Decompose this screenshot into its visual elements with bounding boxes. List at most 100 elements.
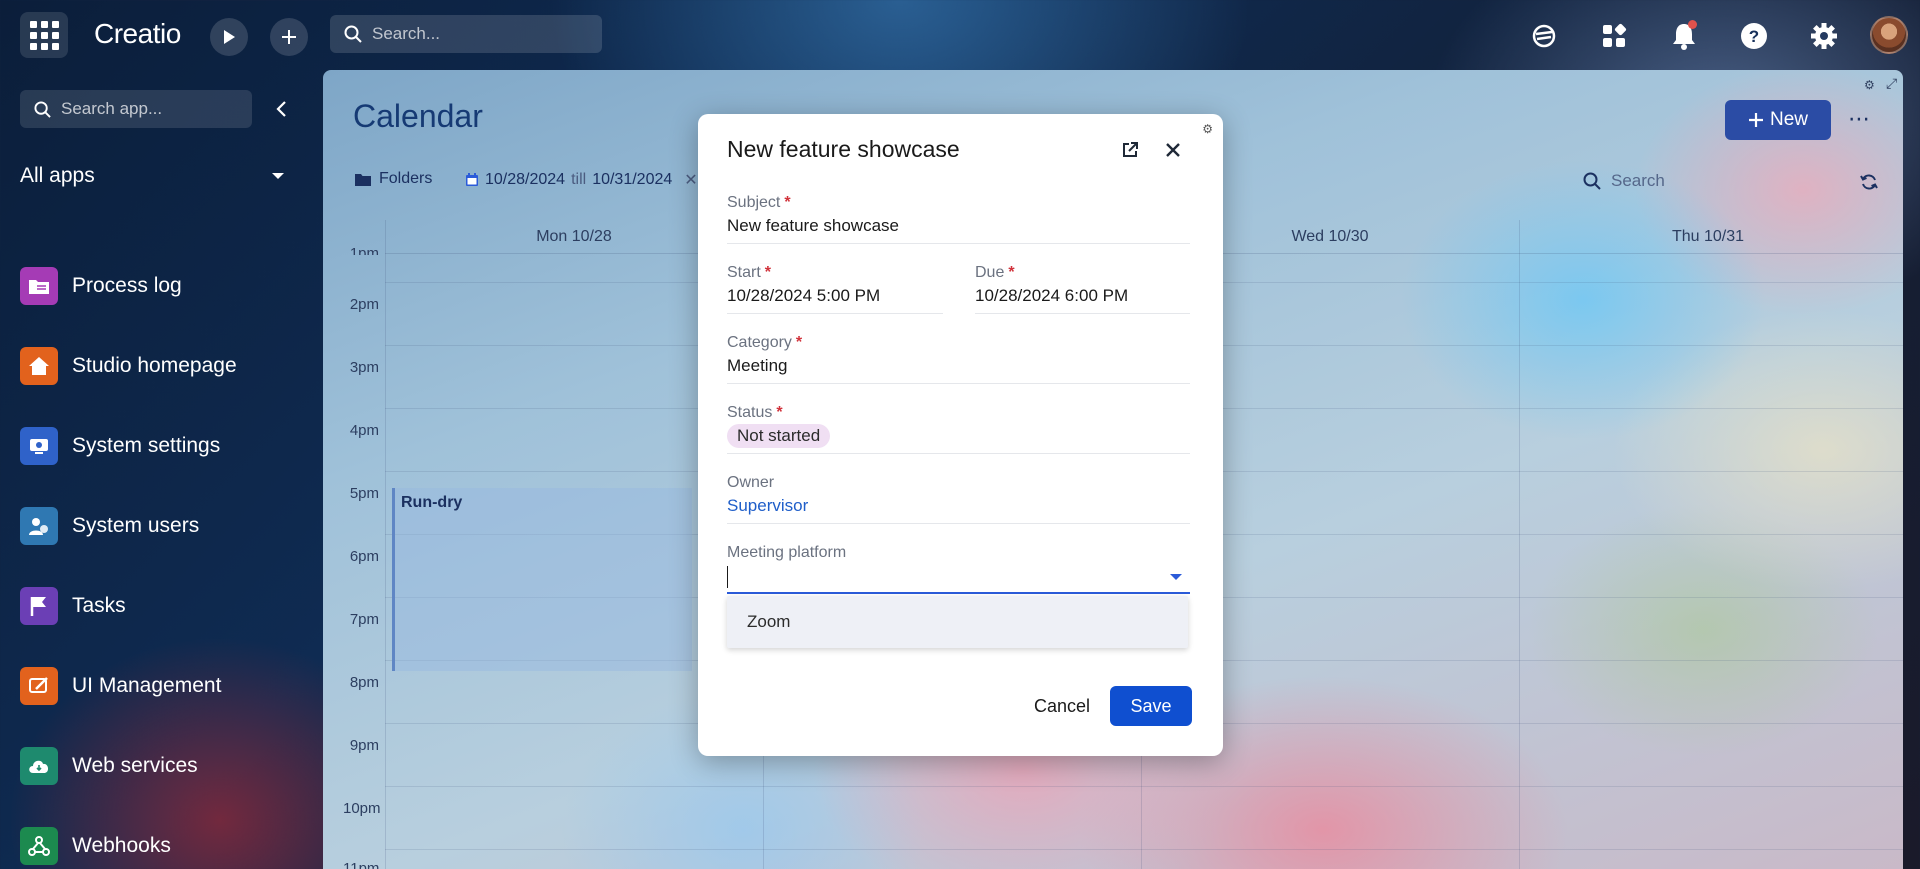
- notifications-button[interactable]: [1664, 16, 1704, 56]
- sidebar-item-tasks[interactable]: Tasks: [20, 566, 310, 646]
- meeting-platform-label: Meeting platform: [727, 544, 1190, 562]
- subject-label: Subject *: [727, 194, 1190, 212]
- sidebar-item-label: Web services: [72, 754, 198, 777]
- hour-label: 5pm: [349, 485, 379, 502]
- meeting-platform-input[interactable]: [727, 564, 1190, 594]
- webhook-icon: [20, 827, 58, 865]
- panel-gear-icon[interactable]: ⚙: [1864, 78, 1875, 92]
- required-marker: *: [784, 194, 791, 211]
- date-filter-chip[interactable]: 10/28/2024 till 10/31/2024 ✕: [465, 170, 698, 190]
- new-activity-dialog: ⚙ New feature showcase Subject * New feat…: [698, 114, 1223, 756]
- run-process-button[interactable]: [210, 18, 248, 56]
- due-value[interactable]: 10/28/2024 6:00 PM: [975, 284, 1190, 314]
- hour-label: 1pm: [349, 245, 379, 255]
- cancel-button[interactable]: Cancel: [1007, 686, 1117, 726]
- app-hub-button[interactable]: [1594, 16, 1634, 56]
- day-header-thu[interactable]: Thu 10/31: [1519, 228, 1897, 246]
- hour-label: 7pm: [349, 611, 379, 628]
- meeting-platform-label-text: Meeting platform: [727, 544, 847, 561]
- help-button[interactable]: ?: [1734, 16, 1774, 56]
- dialog-gear-icon[interactable]: ⚙: [1202, 122, 1213, 136]
- more-actions-button[interactable]: ⋯: [1846, 104, 1872, 134]
- app-search[interactable]: [20, 90, 252, 128]
- sidebar-item-web-services[interactable]: Web services: [20, 726, 310, 806]
- due-label: Due *: [975, 264, 1190, 282]
- text-cursor: [727, 566, 728, 588]
- sidebar-item-ui-management[interactable]: UI Management: [20, 646, 310, 726]
- subject-label-text: Subject: [727, 194, 781, 211]
- sidebar-item-label: System settings: [72, 434, 221, 457]
- save-button[interactable]: Save: [1110, 686, 1192, 726]
- chevron-left-icon: [276, 101, 286, 117]
- new-button[interactable]: New: [1725, 100, 1831, 140]
- help-icon: ?: [1741, 23, 1767, 49]
- meeting-platform-dropdown: Zoom: [727, 596, 1188, 648]
- status-label-text: Status: [727, 404, 773, 421]
- sidebar-item-webhooks[interactable]: Webhooks: [20, 806, 310, 869]
- start-value[interactable]: 10/28/2024 5:00 PM: [727, 284, 943, 314]
- subject-value[interactable]: New feature showcase: [727, 214, 1190, 244]
- clear-date-filter-icon[interactable]: ✕: [684, 170, 697, 190]
- due-label-text: Due: [975, 264, 1005, 281]
- sidebar-item-system-settings[interactable]: System settings: [20, 406, 310, 486]
- plus-icon: [1748, 113, 1763, 127]
- avatar[interactable]: [1870, 16, 1908, 54]
- category-label: Category *: [727, 334, 1190, 352]
- hour-label: 4pm: [349, 422, 379, 439]
- start-field[interactable]: Start * 10/28/2024 5:00 PM: [727, 264, 943, 314]
- top-bar: Creatio ?: [0, 0, 1920, 70]
- sidebar-item-studio-homepage[interactable]: Studio homepage: [20, 326, 310, 406]
- category-field[interactable]: Category * Meeting: [727, 334, 1190, 384]
- subject-field[interactable]: Subject * New feature showcase: [727, 194, 1190, 244]
- expand-icon[interactable]: ⤢: [1886, 76, 1897, 92]
- sidebar-item-process-log[interactable]: Process log: [20, 246, 310, 326]
- global-search[interactable]: [330, 15, 602, 53]
- app-search-input[interactable]: [61, 99, 241, 119]
- category-value[interactable]: Meeting: [727, 354, 1190, 384]
- collapse-sidebar-button[interactable]: [268, 96, 294, 122]
- owner-value[interactable]: Supervisor: [727, 494, 1190, 524]
- settings-icon: [20, 427, 58, 465]
- calendar-search-input[interactable]: [1611, 171, 1791, 191]
- sidebar-item-system-users[interactable]: System users: [20, 486, 310, 566]
- search-icon: [1583, 172, 1601, 190]
- status-field[interactable]: Status * Not started: [727, 404, 1190, 454]
- hour-label: 8pm: [349, 674, 379, 691]
- owner-link[interactable]: Supervisor: [727, 496, 808, 515]
- sidebar-item-label: Process log: [72, 274, 182, 297]
- hour-label: 10pm: [343, 800, 381, 817]
- meeting-platform-field[interactable]: Meeting platform: [727, 544, 1190, 594]
- calendar-icon: [466, 173, 478, 186]
- due-field[interactable]: Due * 10/28/2024 6:00 PM: [975, 264, 1190, 314]
- status-label: Status *: [727, 404, 1190, 422]
- status-value[interactable]: Not started: [727, 424, 1190, 454]
- apps-grid-button[interactable]: [20, 12, 68, 58]
- folders-button[interactable]: Folders: [355, 170, 432, 188]
- refresh-icon: [1860, 174, 1878, 190]
- calendar-event[interactable]: Run-dry: [392, 488, 692, 671]
- settings-button[interactable]: [1804, 16, 1844, 56]
- refresh-button[interactable]: [1857, 170, 1881, 194]
- gear-icon: [1811, 23, 1837, 49]
- hour-line: [385, 786, 1903, 787]
- dropdown-option-zoom[interactable]: Zoom: [747, 612, 790, 632]
- date-till-label: till: [571, 171, 587, 188]
- required-marker: *: [776, 404, 783, 421]
- chevron-down-icon: [272, 173, 284, 179]
- dialog-title: New feature showcase: [727, 136, 960, 162]
- tiger-button[interactable]: [1524, 16, 1564, 56]
- chevron-down-icon[interactable]: [1170, 574, 1182, 580]
- close-dialog-button[interactable]: [1161, 138, 1185, 162]
- sidebar-item-label: Webhooks: [72, 834, 171, 857]
- owner-field[interactable]: Owner Supervisor: [727, 474, 1190, 524]
- open-full-page-button[interactable]: [1118, 138, 1142, 162]
- required-marker: *: [795, 334, 803, 351]
- calendar-search[interactable]: [1583, 166, 1803, 196]
- global-search-input[interactable]: [372, 24, 592, 44]
- process-log-icon: [20, 267, 58, 305]
- add-button[interactable]: [270, 18, 308, 56]
- all-apps-dropdown[interactable]: All apps: [20, 158, 290, 194]
- more-icon: ⋯: [1848, 106, 1870, 132]
- sidebar-item-label: Studio homepage: [72, 354, 237, 377]
- search-icon: [34, 100, 51, 118]
